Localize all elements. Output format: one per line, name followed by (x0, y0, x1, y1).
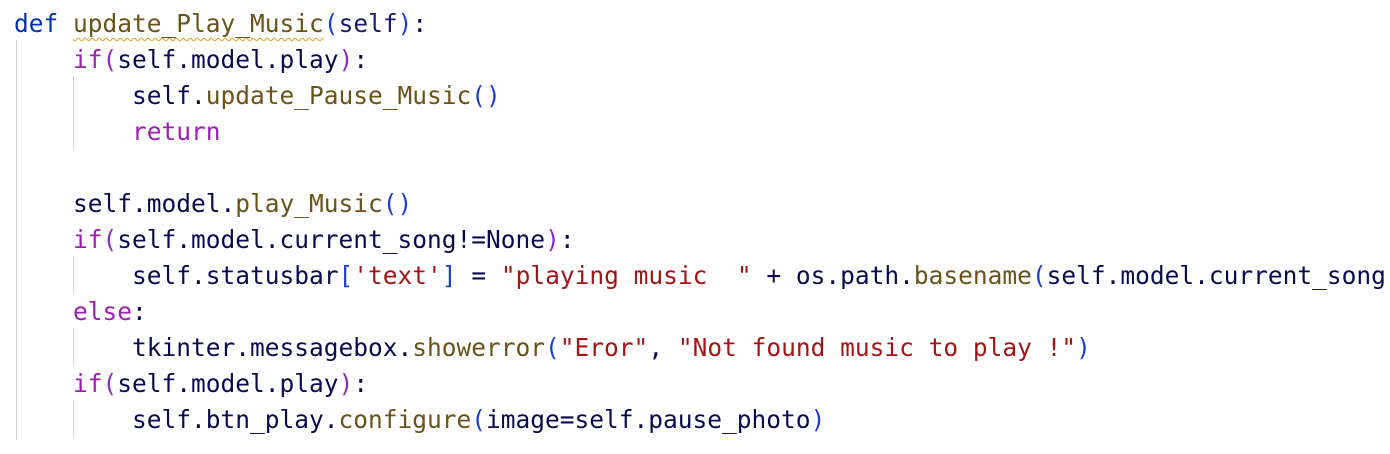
code-token: return (132, 117, 221, 146)
code-line[interactable]: return (14, 114, 221, 150)
code-token: self (338, 9, 398, 38)
code-token: if (73, 225, 103, 254)
code-token: "Not found music to play !" (677, 333, 1077, 362)
code-editor[interactable]: def update_Play_Music(self): if(self.mod… (0, 0, 1390, 454)
code-token: () (382, 189, 413, 218)
code-token: = (456, 261, 501, 290)
code-token: ) (338, 369, 354, 398)
code-token: self.model. (14, 189, 236, 218)
code-token: ( (102, 369, 118, 398)
code-token: : (132, 297, 147, 326)
code-token: : (353, 369, 369, 398)
code-token: else (73, 297, 133, 326)
code-token: ) (545, 225, 560, 254)
code-token: self.model.play (117, 45, 339, 74)
code-token: ( (471, 405, 487, 434)
code-line[interactable]: if(self.model.current_song!=None): (14, 222, 575, 258)
code-token: ) (810, 405, 826, 434)
code-token: if (73, 369, 103, 398)
code-line[interactable]: if(self.model.play): (14, 42, 368, 78)
code-token: ( (102, 45, 118, 74)
code-token: : (559, 225, 575, 254)
code-token: ) (338, 45, 354, 74)
code-line[interactable]: def update_Play_Music(self): (14, 6, 427, 42)
code-token: "Eror" (559, 333, 649, 362)
code-line[interactable]: if(self.model.play): (14, 366, 368, 402)
code-token: tkinter.messagebox. (14, 333, 413, 362)
code-token: : (412, 9, 428, 38)
code-line[interactable]: self.statusbar['text'] = "playing music … (14, 258, 1390, 294)
code-token: def (14, 9, 59, 38)
code-token: showerror (412, 333, 546, 362)
code-token: () (471, 81, 501, 110)
code-token: self.model.current_song!=None (117, 225, 546, 254)
code-line[interactable]: self.btn_play.configure(image=self.pause… (14, 402, 825, 438)
code-line[interactable]: tkinter.messagebox.showerror("Eror", "No… (14, 330, 1091, 366)
code-token: : (353, 45, 369, 74)
code-token: ) (1076, 333, 1091, 362)
code-token: ) (397, 9, 413, 38)
code-token: update_Play_Music (73, 9, 324, 38)
code-token: self.statusbar (14, 261, 339, 290)
code-line[interactable]: else: (14, 294, 147, 330)
code-token: 'text' (353, 261, 442, 290)
code-token: self.model.current_song (1046, 261, 1386, 290)
code-token: "playing music " (500, 261, 752, 290)
code-token: ( (545, 333, 560, 362)
code-line[interactable]: self.update_Pause_Music() (14, 78, 501, 114)
code-token: ( (1031, 261, 1047, 290)
code-token: + os.path. (751, 261, 914, 290)
code-token: ( (102, 225, 118, 254)
code-token: self.model.play (117, 369, 339, 398)
code-token: ) (1386, 261, 1390, 290)
code-token: update_Pause_Music (205, 81, 472, 110)
code-token: play_Music (235, 189, 383, 218)
code-token: if (73, 45, 103, 74)
code-token: ( (323, 9, 339, 38)
code-token: ] (441, 261, 457, 290)
code-token: configure (338, 405, 472, 434)
code-line[interactable]: self.model.play_Music() (14, 186, 412, 222)
code-token: self. (14, 81, 206, 110)
code-token: self.btn_play. (14, 405, 339, 434)
code-token: [ (338, 261, 354, 290)
code-token: basename (913, 261, 1032, 290)
code-token: image=self.pause_photo (486, 405, 811, 434)
code-token: , (648, 333, 678, 362)
